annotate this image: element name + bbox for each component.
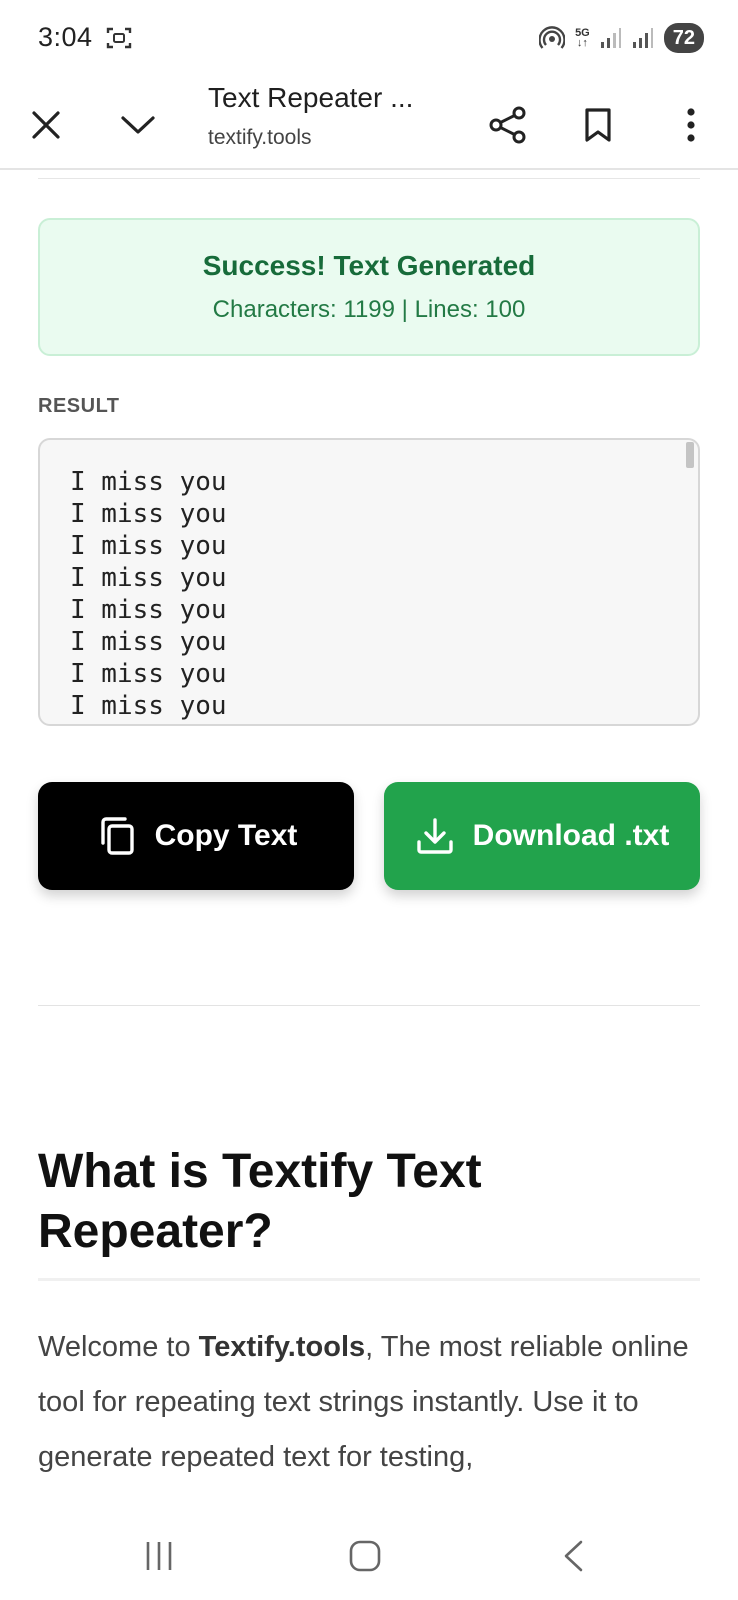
network-label: 5G [575, 27, 590, 39]
share-icon[interactable] [486, 80, 530, 170]
chevron-down-icon[interactable] [118, 80, 158, 170]
success-alert: Success! Text Generated Characters: 1199… [38, 218, 700, 356]
result-scrollbar[interactable] [686, 442, 694, 468]
home-icon[interactable] [348, 1538, 382, 1574]
section-heading: What is Textify Text Repeater? [38, 1145, 482, 1258]
result-label: RESULT [38, 395, 120, 417]
intro-paragraph: Welcome to Textify.tools, The most relia… [38, 1320, 700, 1485]
divider [38, 1005, 700, 1006]
signal-icon-2 [632, 28, 653, 48]
status-bar: 3:04 5G ↓↑ 72 [0, 0, 738, 80]
download-icon [416, 818, 453, 854]
download-txt-button[interactable]: Download .txt [384, 782, 700, 890]
close-icon[interactable] [26, 80, 66, 170]
paragraph-pre: Welcome to [38, 1331, 199, 1363]
site-name-link: Textify.tools [198, 1331, 366, 1363]
page-title[interactable]: Text Repeater ... [208, 82, 413, 114]
system-nav-bar [0, 1510, 738, 1600]
signal-icon [600, 28, 621, 48]
status-indicators: 5G ↓↑ 72 [539, 22, 704, 54]
result-text[interactable]: I miss you I miss you I miss you I miss … [70, 466, 227, 722]
copy-text-button[interactable]: Copy Text [38, 782, 354, 890]
bookmark-icon[interactable] [578, 80, 618, 170]
heading-underline [38, 1278, 700, 1281]
success-title: Success! Text Generated [202, 250, 536, 281]
screen-capture-icon [106, 26, 132, 50]
back-icon[interactable] [558, 1538, 588, 1574]
copy-button-label: Copy Text [154, 819, 298, 852]
more-vert-icon[interactable] [676, 80, 706, 170]
divider [38, 178, 700, 179]
result-textarea[interactable]: I miss you I miss you I miss you I miss … [38, 438, 700, 726]
status-time: 3:04 [38, 22, 93, 52]
page-url[interactable]: textify.tools [208, 126, 311, 150]
network-type: 5G ↓↑ [575, 27, 590, 49]
copy-icon [100, 817, 134, 855]
hotspot-icon [539, 26, 566, 49]
battery-indicator: 72 [663, 23, 704, 53]
recents-icon[interactable] [142, 1538, 176, 1574]
success-stats: Characters: 1199 | Lines: 100 [212, 296, 526, 323]
download-button-label: Download .txt [472, 819, 670, 852]
